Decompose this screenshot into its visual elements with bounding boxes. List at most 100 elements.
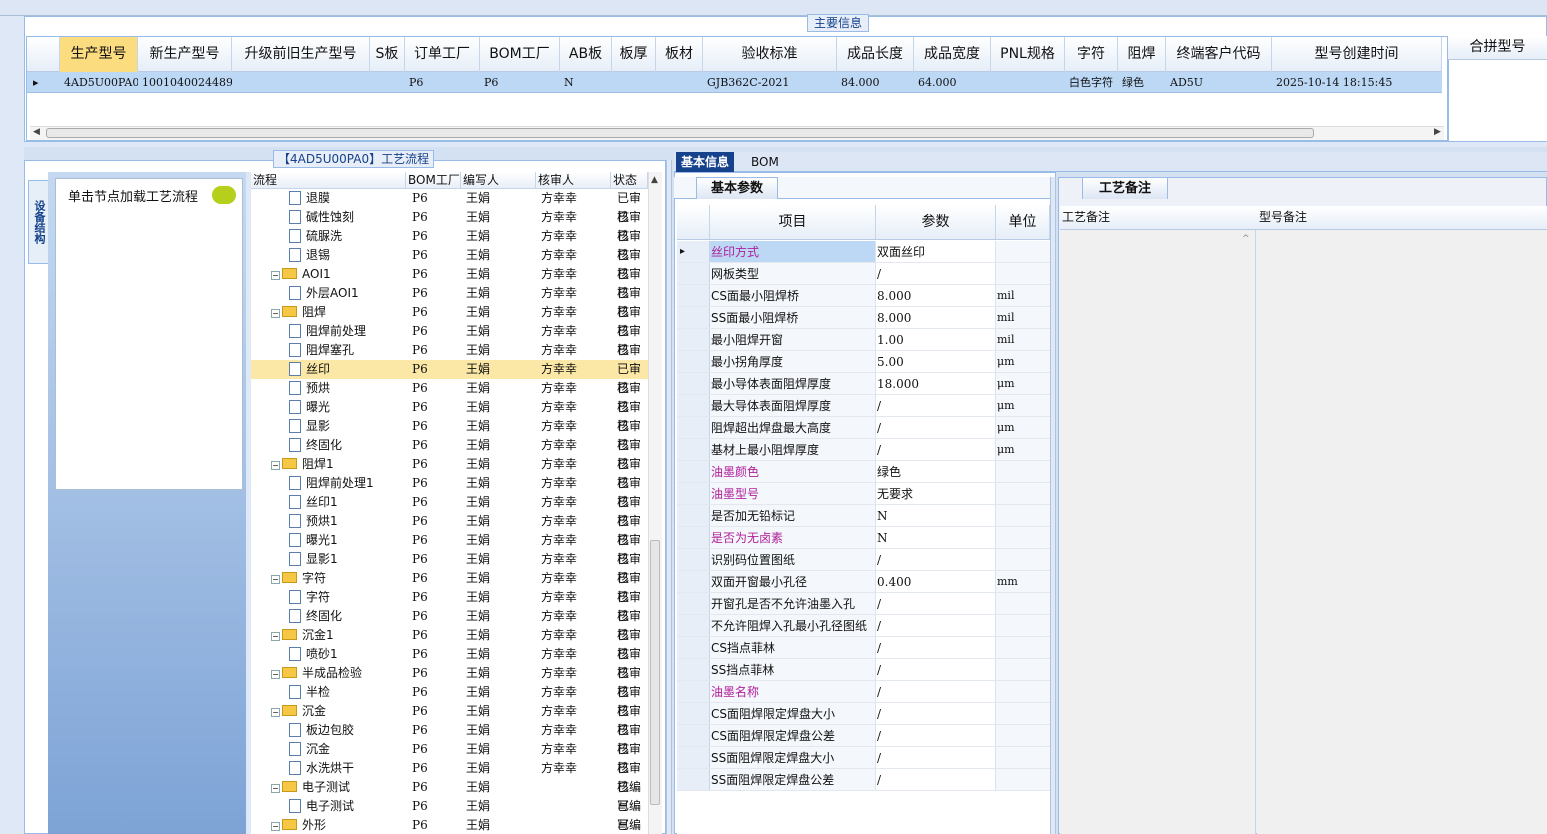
scroll-up-icon[interactable]: ▲ bbox=[651, 175, 658, 185]
col-process-remark[interactable]: 工艺备注 bbox=[1062, 206, 1110, 228]
param-value[interactable]: 双面丝印 bbox=[876, 241, 996, 262]
col-header[interactable]: 成品宽度 bbox=[914, 37, 991, 72]
param-value[interactable]: N bbox=[876, 505, 996, 526]
col-header[interactable]: 成品长度 bbox=[837, 37, 914, 72]
collapse-icon[interactable]: − bbox=[271, 461, 280, 470]
tree-node[interactable]: − 阻焊 bbox=[271, 303, 326, 322]
col-header[interactable]: AB板 bbox=[560, 37, 612, 72]
param-value[interactable]: 18.000 bbox=[876, 373, 996, 394]
col-writer[interactable]: 编写人 bbox=[461, 172, 536, 188]
model-remark-text[interactable] bbox=[1257, 230, 1547, 834]
table-row[interactable]: 油墨名称 / bbox=[677, 681, 1050, 703]
table-row[interactable]: 基材上最小阻焊厚度 / μm bbox=[677, 439, 1050, 461]
tree-node[interactable]: − 半成品检验 bbox=[271, 664, 362, 683]
tree-node[interactable]: 沉金 bbox=[289, 740, 330, 759]
col-header[interactable]: 字符 bbox=[1065, 37, 1118, 72]
collapse-icon[interactable]: − bbox=[271, 575, 280, 584]
tree-node[interactable]: 退膜 bbox=[289, 189, 330, 208]
param-value[interactable]: / bbox=[876, 769, 996, 790]
col-param[interactable]: 参数 bbox=[876, 205, 996, 239]
col-unit[interactable]: 单位 bbox=[996, 205, 1050, 239]
tree-row[interactable]: 阻焊前处理1 P6 王娟 方幸幸 已审核 bbox=[251, 474, 648, 509]
cell-width[interactable]: 64.000 bbox=[914, 72, 991, 93]
col-header[interactable]: 终端客户代码 bbox=[1166, 37, 1272, 72]
tree-node[interactable]: 曝光 bbox=[289, 398, 330, 417]
cell-created[interactable]: 2025-10-14 18:15:45 bbox=[1272, 72, 1442, 93]
table-row[interactable]: CS面最小阻焊桥 8.000 mil bbox=[677, 285, 1050, 307]
tree-row[interactable]: 喷砂1 P6 王娟 方幸幸 已审核 bbox=[251, 645, 648, 680]
param-value[interactable]: / bbox=[876, 439, 996, 460]
param-value[interactable]: / bbox=[876, 417, 996, 438]
table-row[interactable]: CS挡点菲林 / bbox=[677, 637, 1050, 659]
tree-node[interactable]: 终固化 bbox=[289, 436, 342, 455]
param-value[interactable]: / bbox=[876, 659, 996, 680]
tree-node[interactable]: 字符 bbox=[289, 588, 330, 607]
horizontal-scroll-thumb[interactable] bbox=[46, 128, 1314, 138]
tree-row[interactable]: 曝光 P6 王娟 方幸幸 已审核 bbox=[251, 398, 648, 433]
collapse-icon[interactable]: − bbox=[271, 309, 280, 318]
tree-node[interactable]: − 沉金1 bbox=[271, 626, 334, 645]
tree-node[interactable]: 喷砂1 bbox=[289, 645, 338, 664]
table-row[interactable]: ▸ 丝印方式 双面丝印 bbox=[677, 241, 1050, 263]
table-row[interactable]: 最小拐角厚度 5.00 μm bbox=[677, 351, 1050, 373]
param-value[interactable]: 0.400 bbox=[876, 571, 996, 592]
cell-s-board[interactable] bbox=[370, 72, 405, 93]
table-row[interactable]: 是否为无卤素 N bbox=[677, 527, 1050, 549]
tree-node[interactable]: 显影1 bbox=[289, 550, 338, 569]
table-row[interactable]: SS挡点菲林 / bbox=[677, 659, 1050, 681]
tree-row[interactable]: 显影1 P6 王娟 方幸幸 已审核 bbox=[251, 550, 648, 585]
tree-row[interactable]: − 字符 P6 王娟 方幸幸 已审核 bbox=[251, 569, 648, 604]
table-row[interactable]: 不允许阻焊入孔最小孔径图纸 / bbox=[677, 615, 1050, 637]
tab-process-remarks[interactable]: 工艺备注 bbox=[1082, 177, 1169, 199]
col-header[interactable]: 生产型号 bbox=[60, 37, 138, 72]
col-header[interactable]: 阻焊 bbox=[1118, 37, 1166, 72]
tree-row[interactable]: 退膜 P6 王娟 方幸幸 已审核 bbox=[251, 189, 648, 224]
tree-row[interactable]: − AOI1 P6 王娟 方幸幸 已审核 bbox=[251, 265, 648, 300]
table-row[interactable]: SS面阻焊限定焊盘公差 / bbox=[677, 769, 1050, 791]
tree-node[interactable]: − 沉金 bbox=[271, 702, 326, 721]
table-row[interactable]: 网板类型 / bbox=[677, 263, 1050, 285]
cell-customer-code[interactable]: AD5U bbox=[1166, 72, 1272, 93]
tree-node[interactable]: 电子测试 bbox=[289, 797, 354, 816]
col-checker[interactable]: 核审人 bbox=[536, 172, 611, 188]
col-header[interactable]: 型号创建时间 bbox=[1272, 37, 1442, 72]
param-value[interactable]: 8.000 bbox=[876, 307, 996, 328]
splitter[interactable] bbox=[1050, 177, 1056, 834]
col-model-remark[interactable]: 型号备注 bbox=[1259, 206, 1307, 228]
tree-node[interactable]: 丝印 bbox=[289, 360, 330, 379]
table-row[interactable]: SS面阻焊限定焊盘大小 / bbox=[677, 747, 1050, 769]
tree-node[interactable]: − AOI1 bbox=[271, 265, 331, 284]
table-row[interactable]: 开窗孔是否不允许油墨入孔 / bbox=[677, 593, 1050, 615]
param-value[interactable]: / bbox=[876, 725, 996, 746]
param-value[interactable]: / bbox=[876, 549, 996, 570]
tree-node[interactable]: 硫脲洗 bbox=[289, 227, 342, 246]
col-header[interactable]: BOM工厂 bbox=[480, 37, 560, 72]
table-row[interactable]: SS面最小阻焊桥 8.000 mil bbox=[677, 307, 1050, 329]
param-value[interactable]: / bbox=[876, 263, 996, 284]
tree-node[interactable]: 终固化 bbox=[289, 607, 342, 626]
col-header[interactable]: 新生产型号 bbox=[138, 37, 232, 72]
param-value[interactable]: 8.000 bbox=[876, 285, 996, 306]
tree-row[interactable]: 预烘1 P6 王娟 方幸幸 已审核 bbox=[251, 512, 648, 547]
col-header[interactable]: 板材 bbox=[656, 37, 703, 72]
col-header[interactable]: S板 bbox=[370, 37, 405, 72]
tree-node[interactable]: 预烘 bbox=[289, 379, 330, 398]
collapse-icon[interactable]: − bbox=[271, 822, 280, 831]
tree-row[interactable]: 半检 P6 王娟 方幸幸 已审核 bbox=[251, 683, 648, 718]
tree-node[interactable]: 板边包胶 bbox=[289, 721, 354, 740]
param-value[interactable]: / bbox=[876, 637, 996, 658]
col-header[interactable]: 板厚 bbox=[612, 37, 656, 72]
param-value[interactable]: 绿色 bbox=[876, 461, 996, 482]
tree-row[interactable]: 退锡 P6 王娟 方幸幸 已审核 bbox=[251, 246, 648, 281]
param-value[interactable]: / bbox=[876, 395, 996, 416]
param-value[interactable]: 1.00 bbox=[876, 329, 996, 350]
tree-node[interactable]: 阻焊塞孔 bbox=[289, 341, 354, 360]
table-row[interactable]: 最大导体表面阻焊厚度 / μm bbox=[677, 395, 1050, 417]
cell-length[interactable]: 84.000 bbox=[837, 72, 914, 93]
tree-row[interactable]: 碱性蚀刻 P6 王娟 方幸幸 已审核 bbox=[251, 208, 648, 243]
scroll-right-icon[interactable]: ▶ bbox=[1434, 127, 1441, 137]
collapse-icon[interactable]: − bbox=[271, 632, 280, 641]
cell-order-factory[interactable]: P6 bbox=[405, 72, 480, 93]
tree-row[interactable]: 阻焊前处理 P6 王娟 方幸幸 已审核 bbox=[251, 322, 648, 357]
col-status[interactable]: 状态 bbox=[611, 172, 648, 188]
